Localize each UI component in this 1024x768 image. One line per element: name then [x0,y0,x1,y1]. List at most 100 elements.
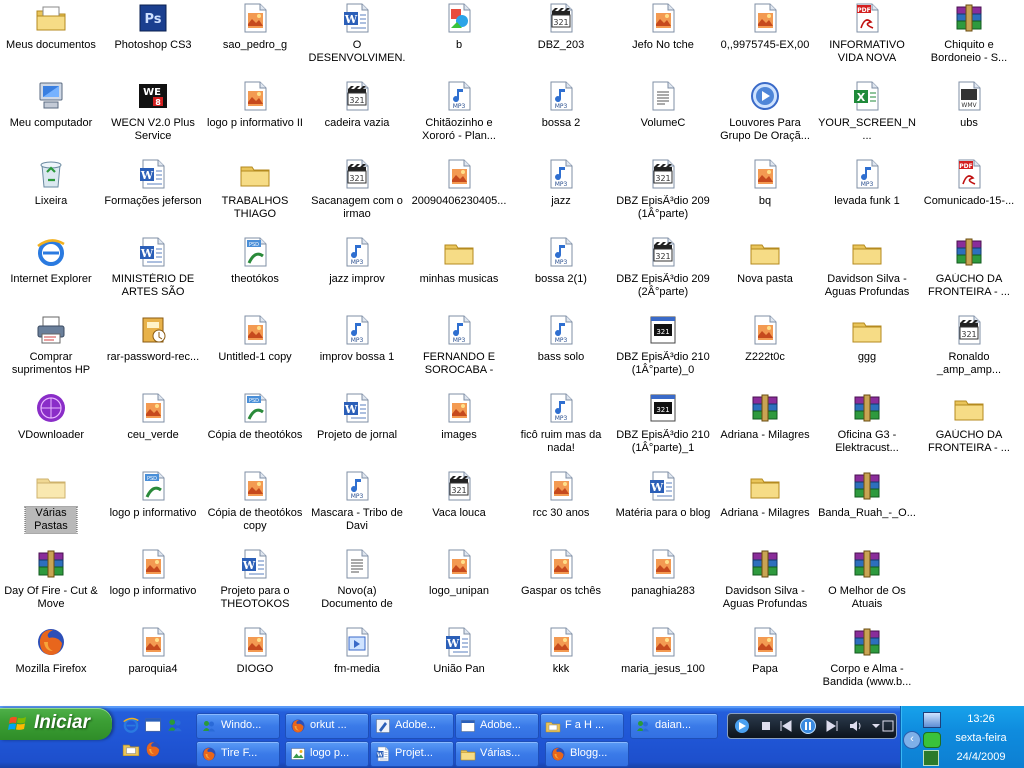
start-button[interactable]: Iniciar [0,708,112,740]
desktop-icon[interactable]: MP3 jazz [510,156,612,234]
desktop-icon[interactable]: GAÚCHO DA FRONTEIRA - ... [918,234,1020,312]
desktop-icon[interactable]: Davidson Silva - Aguas Profundas [816,234,918,312]
desktop-icon[interactable]: X YOUR_SCREEN_N... [816,78,918,156]
security-icon[interactable] [923,750,939,766]
desktop-icon[interactable]: b [408,0,510,78]
desktop-icon[interactable]: bq [714,156,816,234]
desktop-icon[interactable]: PSD Cópia de theotókos [204,390,306,468]
desktop-icon[interactable]: rar-password-rec... [102,312,204,390]
desktop-icon[interactable]: MP3 Chitãozinho e Xororó - Plan... [408,78,510,156]
desktop-icon[interactable]: W Formações jeferson [102,156,204,234]
desktop-icon[interactable]: W Projeto de jornal [306,390,408,468]
wmp-logo-icon[interactable] [734,718,750,734]
firefox-icon[interactable] [144,740,162,758]
desktop-icon[interactable]: fm-media [306,624,408,702]
internet-explorer-icon[interactable] [122,716,140,734]
desktop-icon[interactable]: minhas musicas [408,234,510,312]
desktop-icon[interactable]: 0,,9975745-EX,00 [714,0,816,78]
desktop-icon[interactable]: kkk [510,624,612,702]
network-icon[interactable] [923,712,941,728]
desktop-icon[interactable]: 321 Vaca louca [408,468,510,546]
desktop-icon[interactable]: Louvores Para Grupo De Oraçã... [714,78,816,156]
desktop-icon[interactable]: Davidson Silva - Aguas Profundas [714,546,816,624]
clock-time[interactable]: 13:26 [946,713,1016,725]
restore-player-icon[interactable] [880,718,896,734]
desktop-icon[interactable]: MP3 improv bossa 1 [306,312,408,390]
desktop-icon[interactable]: MP3 FERNANDO E SOROCABA - PAG... [408,312,510,390]
desktop-icon[interactable]: MP3 Mascara - Tribo de Davi [306,468,408,546]
desktop-icon[interactable]: TRABALHOS THIAGO [204,156,306,234]
desktop-icon[interactable]: 20090406230405... [408,156,510,234]
taskbar-button[interactable]: Tire F... [196,741,280,767]
desktop-icon[interactable]: W União Pan [408,624,510,702]
desktop-icon[interactable]: WMV ubs [918,78,1020,156]
taskbar-button[interactable]: W Projet... [370,741,454,767]
desktop-icon[interactable]: 321 Sacanagem com o irmao [306,156,408,234]
desktop-icon[interactable]: PDF Comunicado-15-... [918,156,1020,234]
taskbar-button[interactable]: F a H ... [540,713,624,739]
taskbar-button[interactable]: Adobe... [370,713,454,739]
desktop-icon[interactable]: Ps Photoshop CS3 [102,0,204,78]
desktop-icon[interactable]: W O DESENVOLVIMEN... [306,0,408,78]
desktop-icon[interactable]: PDF INFORMATIVO VIDA NOVA [816,0,918,78]
desktop-icon[interactable]: Banda_Ruah_-_O... [816,468,918,546]
desktop-icon[interactable]: PSD theotókos [204,234,306,312]
desktop-icon[interactable]: panaghia283 [612,546,714,624]
desktop-icon[interactable]: Adriana - Milagres [714,390,816,468]
taskbar-button[interactable]: Blogg... [545,741,629,767]
desktop-icon[interactable]: sao_pedro_g [204,0,306,78]
desktop-icon[interactable]: DIOGO [204,624,306,702]
desktop-icon[interactable]: PSD logo p informativo [102,468,204,546]
desktop-icon[interactable]: W Matéria para o blog [612,468,714,546]
desktop-icon[interactable]: Comprar suprimentos HP [0,312,102,390]
desktop-icon[interactable]: MP3 bossa 2 [510,78,612,156]
desktop-icon[interactable]: Novo(a) Documento de texto [306,546,408,624]
desktop-icon[interactable]: W MINISTÉRIO DE ARTES SÃO BENTO [102,234,204,312]
desktop-icon[interactable]: paroquia4 [102,624,204,702]
desktop-icon[interactable]: ggg [816,312,918,390]
taskbar-button[interactable]: orkut ... [285,713,369,739]
desktop-icon[interactable]: maria_jesus_100 [612,624,714,702]
messenger-tray-icon[interactable] [923,732,941,748]
desktop-icon[interactable]: 321 DBZ EpisÃ³dio 210 (1Â°parte)_1 [612,390,714,468]
desktop-icon[interactable]: MP3 levada funk 1 [816,156,918,234]
expand-tray-icon[interactable]: ‹ [903,731,921,749]
desktop-icon[interactable]: 321 DBZ EpisÃ³dio 209 (2Â°parte) [612,234,714,312]
media-player-toolbar[interactable] [727,713,897,739]
desktop-icon[interactable]: images [408,390,510,468]
taskbar-button[interactable]: daian... [630,713,718,739]
desktop-icon[interactable]: Mozilla Firefox [0,624,102,702]
desktop-icon[interactable]: MP3 bass solo [510,312,612,390]
desktop-icon[interactable]: ceu_verde [102,390,204,468]
desktop-icon[interactable]: VDownloader [0,390,102,468]
desktop-icon[interactable]: 321 DBZ EpisÃ³dio 209 (1Â°parte) [612,156,714,234]
messenger-icon[interactable] [166,716,184,734]
desktop-icon[interactable]: Z222t0c [714,312,816,390]
taskbar-button[interactable]: logo p... [285,741,369,767]
desktop-icon[interactable]: 321 DBZ_203 [510,0,612,78]
desktop-icon[interactable]: Day Of Fire - Cut & Move [0,546,102,624]
desktop-icon[interactable]: MP3 jazz improv [306,234,408,312]
desktop-icon[interactable]: Untitled-1 copy [204,312,306,390]
next-icon[interactable] [824,718,840,734]
desktop-icon[interactable]: Jefo No tche [612,0,714,78]
desktop-icon[interactable]: 321 Ronaldo _amp_amp... [918,312,1020,390]
desktop-icon[interactable]: Chiquito e Bordoneio - S... [918,0,1020,78]
desktop-icon[interactable]: WE 8 WECN V2.0 Plus Service [102,78,204,156]
desktop-icon[interactable]: rcc 30 anos [510,468,612,546]
pause-icon[interactable] [800,718,816,734]
previous-icon[interactable] [778,718,794,734]
desktop-icon[interactable]: logo_unipan [408,546,510,624]
outlook-icon[interactable] [144,716,162,734]
stop-icon[interactable] [758,718,774,734]
desktop-icon[interactable]: GAÚCHO DA FRONTEIRA - ... [918,390,1020,468]
taskbar-button[interactable]: Várias... [455,741,539,767]
desktop-icon[interactable]: MP3 ficô ruim mas da nada! [510,390,612,468]
show-desktop-icon[interactable] [122,740,140,758]
taskbar-button[interactable]: Windo... [196,713,280,739]
desktop-icon[interactable]: W Projeto para o THEOTOKOS [204,546,306,624]
desktop-icon[interactable]: Várias Pastas [0,468,102,546]
desktop-icon[interactable]: Lixeira [0,156,102,234]
desktop-icon[interactable]: Nova pasta [714,234,816,312]
desktop-icon[interactable]: 321 DBZ EpisÃ³dio 210 (1Â°parte)_0 [612,312,714,390]
